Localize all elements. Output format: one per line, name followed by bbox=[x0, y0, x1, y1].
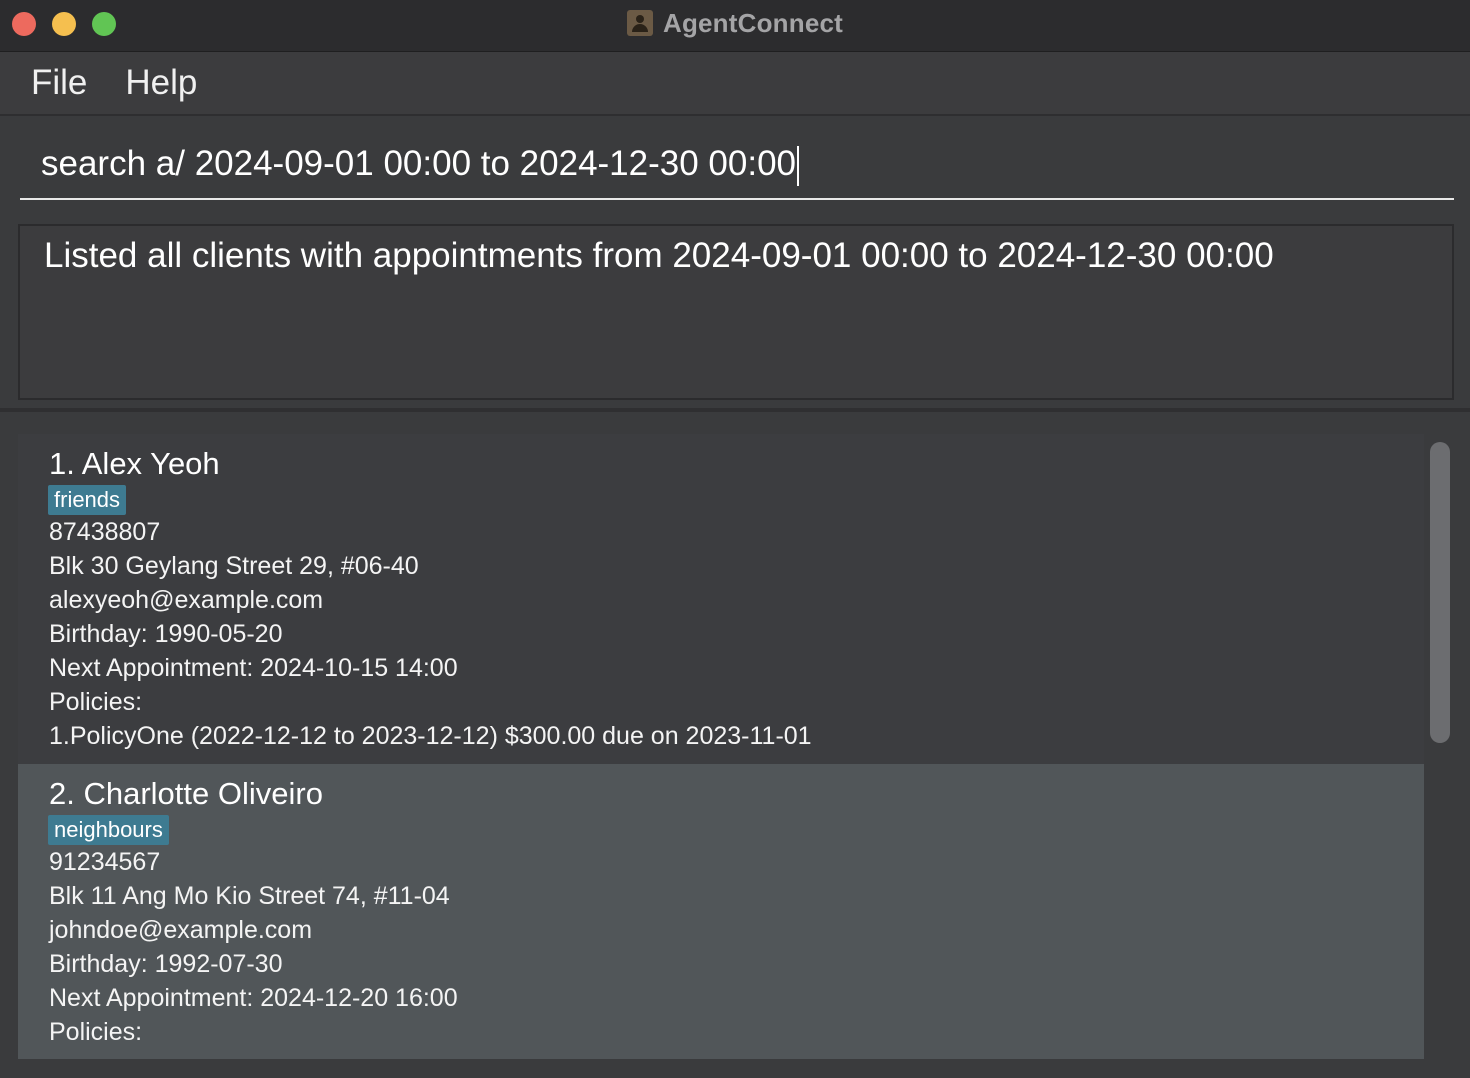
person-list[interactable]: 1. Alex Yeoh friends 87438807 Blk 30 Gey… bbox=[0, 412, 1470, 1078]
person-address: Blk 30 Geylang Street 29, #06-40 bbox=[49, 552, 419, 580]
person-email: johndoe@example.com bbox=[49, 916, 313, 944]
app-window: AgentConnect File Help search a/ 2024-09… bbox=[0, 0, 1470, 1078]
person-birthday: Birthday: 1990-05-20 bbox=[49, 620, 283, 648]
title-bar: AgentConnect bbox=[0, 0, 1470, 52]
person-policy: 1.PolicyOne (2022-12-12 to 2023-12-12) $… bbox=[49, 722, 812, 750]
person-name: 2. Charlotte Oliveiro bbox=[49, 776, 323, 811]
person-tag: friends bbox=[48, 485, 127, 515]
person-phone: 87438807 bbox=[49, 518, 161, 546]
list-scrollbar[interactable] bbox=[1430, 442, 1450, 743]
result-message: Listed all clients with appointments fro… bbox=[44, 236, 1274, 275]
command-box: search a/ 2024-09-01 00:00 to 2024-12-30… bbox=[0, 116, 1470, 212]
person-policies-label: Policies: bbox=[49, 1018, 143, 1046]
person-appointment: Next Appointment: 2024-10-15 14:00 bbox=[49, 654, 458, 682]
menu-file[interactable]: File bbox=[31, 63, 87, 103]
person-name: 1. Alex Yeoh bbox=[49, 446, 220, 481]
person-appointment: Next Appointment: 2024-12-20 16:00 bbox=[49, 984, 458, 1012]
address-book-icon bbox=[626, 10, 653, 36]
command-input[interactable]: search a/ 2024-09-01 00:00 to 2024-12-30… bbox=[20, 134, 1454, 200]
person-email: alexyeoh@example.com bbox=[49, 586, 324, 614]
person-tag: neighbours bbox=[48, 815, 169, 845]
person-policies-label: Policies: bbox=[49, 688, 143, 716]
menu-help[interactable]: Help bbox=[125, 63, 197, 103]
command-text: search a/ 2024-09-01 00:00 to 2024-12-30… bbox=[41, 144, 797, 183]
result-display[interactable]: Listed all clients with appointments fro… bbox=[18, 224, 1454, 400]
person-card-selected[interactable]: 2. Charlotte Oliveiro neighbours 9123456… bbox=[18, 764, 1424, 1059]
person-phone: 91234567 bbox=[49, 848, 161, 876]
window-title: AgentConnect bbox=[662, 7, 844, 38]
text-caret bbox=[797, 145, 800, 186]
result-display-area: Listed all clients with appointments fro… bbox=[0, 212, 1470, 412]
person-card[interactable]: 1. Alex Yeoh friends 87438807 Blk 30 Gey… bbox=[18, 434, 1424, 764]
title-wrap: AgentConnect bbox=[0, 0, 1470, 46]
person-birthday: Birthday: 1992-07-30 bbox=[49, 950, 283, 978]
person-address: Blk 11 Ang Mo Kio Street 74, #11-04 bbox=[49, 882, 450, 910]
menu-bar: File Help bbox=[0, 52, 1470, 116]
